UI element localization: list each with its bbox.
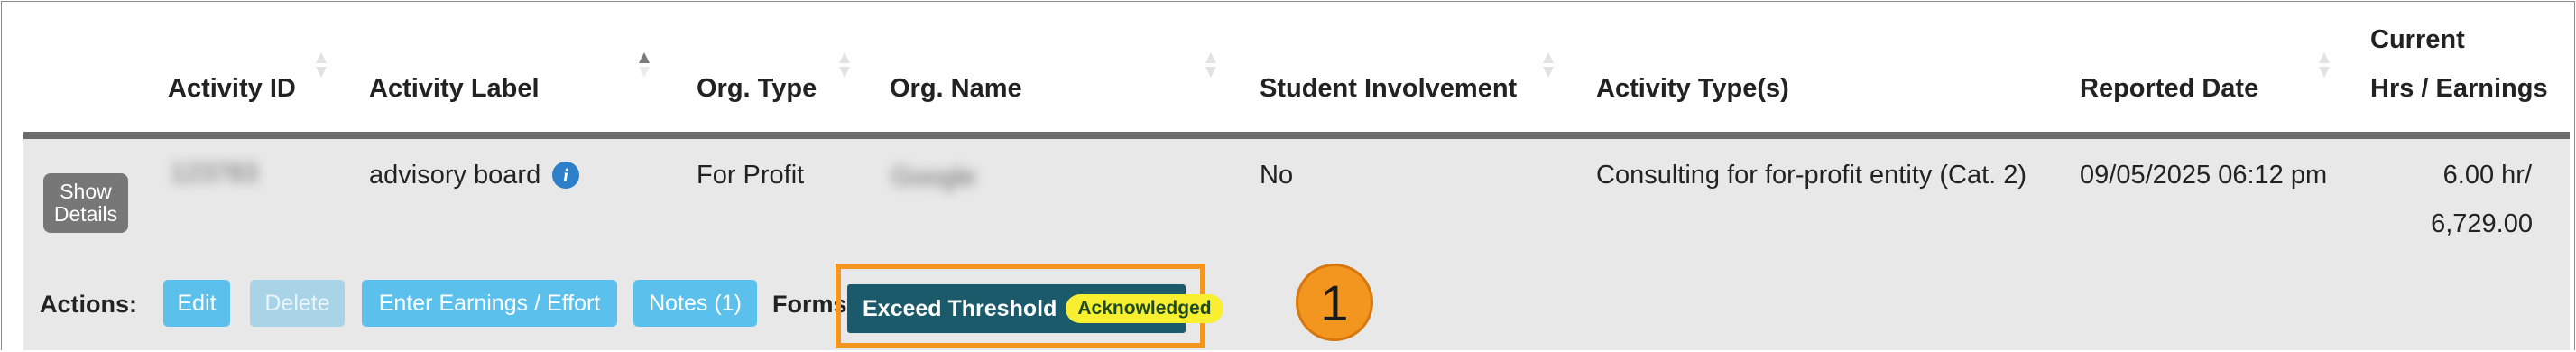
org-name-cell: Google — [891, 162, 976, 191]
column-header-org-name[interactable]: Org. Name — [890, 74, 1022, 104]
table-header-row: Activity ID Activity Label Org. Type Org… — [23, 2, 2570, 132]
reported-date-cell: 09/05/2025 06:12 pm — [2080, 161, 2328, 190]
exceed-threshold-button[interactable]: Exceed Threshold Acknowledged — [847, 284, 1223, 333]
notes-button[interactable]: Notes (1) — [633, 280, 757, 327]
acknowledged-badge: Acknowledged — [1066, 294, 1223, 323]
hours-cell: 6.00 hr/ — [2442, 161, 2532, 190]
column-header-org-type[interactable]: Org. Type — [697, 74, 817, 104]
activity-label-cell: advisory board — [369, 161, 541, 190]
sort-icon[interactable] — [1205, 52, 1216, 79]
sort-ascending-icon[interactable] — [639, 52, 650, 79]
column-header-current-line1[interactable]: Current — [2370, 25, 2465, 55]
edit-button[interactable]: Edit — [163, 280, 230, 327]
activity-types-cell: Consulting for for-profit entity (Cat. 2… — [1596, 161, 2027, 190]
sort-icon[interactable] — [316, 52, 327, 79]
show-details-button[interactable]: Show Details — [43, 173, 128, 233]
column-header-activity-types[interactable]: Activity Type(s) — [1596, 74, 1789, 104]
sort-icon[interactable] — [2319, 52, 2330, 79]
info-icon[interactable]: i — [552, 162, 579, 189]
org-type-cell: For Profit — [697, 161, 805, 190]
table-row: Show Details 123783 advisory board i For… — [23, 139, 2570, 350]
earnings-cell: 6,729.00 — [2431, 209, 2533, 238]
column-header-activity-label[interactable]: Activity Label — [369, 74, 540, 104]
column-header-current-line2[interactable]: Hrs / Earnings — [2370, 74, 2548, 104]
column-header-student-involvement[interactable]: Student Involvement — [1260, 74, 1517, 104]
sort-icon[interactable] — [1543, 52, 1554, 79]
header-divider — [23, 132, 2570, 139]
column-header-activity-id[interactable]: Activity ID — [168, 74, 296, 104]
exceed-threshold-label: Exceed Threshold — [863, 295, 1057, 321]
activity-id-cell: 123783 — [171, 159, 258, 188]
actions-label: Actions: — [40, 291, 137, 318]
step-callout-badge: 1 — [1296, 264, 1373, 341]
enter-earnings-effort-button[interactable]: Enter Earnings / Effort — [362, 280, 617, 327]
activity-table: Activity ID Activity Label Org. Type Org… — [1, 1, 2575, 350]
column-header-reported-date[interactable]: Reported Date — [2080, 74, 2258, 104]
delete-button[interactable]: Delete — [250, 280, 345, 327]
student-involvement-cell: No — [1260, 161, 1294, 190]
sort-icon[interactable] — [839, 52, 850, 79]
